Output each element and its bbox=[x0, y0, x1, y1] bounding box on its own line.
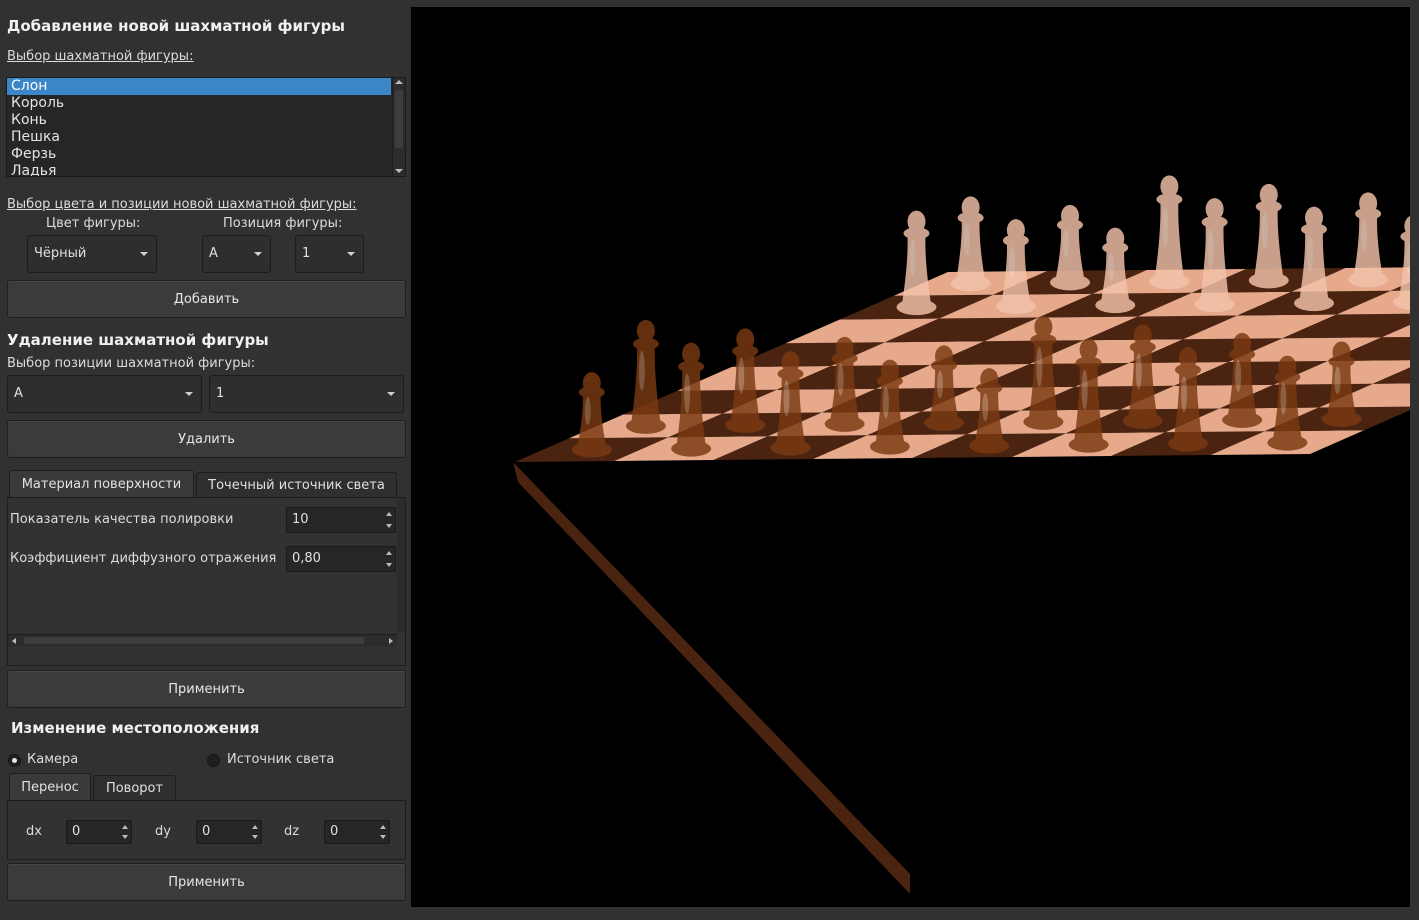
dy-spinbox[interactable]: 0 bbox=[196, 820, 262, 844]
delete-row-value: 1 bbox=[216, 386, 225, 401]
tab-point-light[interactable]: Точечный источник света bbox=[196, 472, 397, 498]
add-row-select[interactable]: 1 bbox=[295, 235, 364, 273]
tab-material[interactable]: Материал поверхности bbox=[9, 470, 194, 498]
list-item[interactable]: Ладья bbox=[7, 163, 405, 176]
spin-down-icon[interactable] bbox=[380, 835, 386, 839]
scroll-down-icon[interactable] bbox=[395, 169, 403, 173]
piece-select-label: Выбор шахматной фигуры: bbox=[7, 49, 194, 64]
list-scrollbar[interactable] bbox=[392, 78, 405, 176]
piece-list[interactable]: Слон Король Конь Пешка Ферзь Ладья bbox=[6, 77, 406, 177]
color-label: Цвет фигуры: bbox=[46, 216, 141, 231]
dz-spinbox[interactable]: 0 bbox=[324, 820, 390, 844]
list-item[interactable]: Слон bbox=[7, 78, 391, 95]
polish-spinbox[interactable]: 10 bbox=[286, 507, 396, 533]
diffuse-spinbox[interactable]: 0,80 bbox=[286, 546, 396, 572]
chevron-down-icon bbox=[254, 252, 262, 256]
material-apply-button[interactable]: Применить bbox=[7, 670, 406, 708]
chevron-down-icon bbox=[387, 392, 395, 396]
tab-rotate[interactable]: Поворот bbox=[93, 775, 176, 801]
spin-up-icon[interactable] bbox=[252, 825, 258, 829]
dx-label: dx bbox=[26, 824, 42, 839]
list-item[interactable]: Ферзь bbox=[7, 146, 405, 163]
chess-piece bbox=[1050, 204, 1090, 291]
color-select-value: Чёрный bbox=[34, 246, 87, 261]
list-item[interactable]: Король bbox=[7, 95, 405, 112]
material-panel: Показатель качества полировки 10 Коэффиц… bbox=[7, 497, 406, 666]
camera-radio-label[interactable]: Камера bbox=[27, 752, 78, 767]
dz-label: dz bbox=[284, 824, 300, 839]
spin-down-icon[interactable] bbox=[386, 563, 392, 567]
dy-label: dy bbox=[155, 824, 171, 839]
add-button[interactable]: Добавить bbox=[7, 280, 406, 318]
scroll-up-icon[interactable] bbox=[395, 80, 403, 84]
light-radio[interactable] bbox=[207, 754, 220, 767]
scroll-left-icon[interactable] bbox=[12, 638, 16, 644]
dy-value: 0 bbox=[202, 824, 211, 839]
panel-hscrollbar[interactable] bbox=[8, 634, 397, 647]
delete-button[interactable]: Удалить bbox=[7, 420, 406, 458]
add-column-value: A bbox=[209, 246, 218, 261]
panel-vscrollbar[interactable] bbox=[397, 498, 405, 632]
chevron-down-icon bbox=[185, 392, 193, 396]
tab-translate[interactable]: Перенос bbox=[9, 773, 91, 801]
list-item[interactable]: Конь bbox=[7, 112, 405, 129]
add-row-value: 1 bbox=[302, 246, 311, 261]
delete-column-value: A bbox=[14, 386, 23, 401]
diffuse-label: Коэффициент диффузного отражения bbox=[10, 551, 277, 566]
spin-up-icon[interactable] bbox=[386, 512, 392, 516]
chevron-down-icon bbox=[347, 252, 355, 256]
position-label: Позиция фигуры: bbox=[223, 216, 343, 231]
dx-value: 0 bbox=[72, 824, 81, 839]
diffuse-value: 0,80 bbox=[292, 551, 321, 566]
delete-position-label: Выбор позиции шахматной фигуры: bbox=[7, 356, 256, 371]
chess-scene bbox=[513, 175, 1419, 894]
color-position-label: Выбор цвета и позиции новой шахматной фи… bbox=[7, 197, 357, 212]
add-section-title: Добавление новой шахматной фигуры bbox=[7, 17, 345, 35]
spin-down-icon[interactable] bbox=[386, 524, 392, 528]
light-radio-label[interactable]: Источник света bbox=[227, 752, 334, 767]
add-column-select[interactable]: A bbox=[202, 235, 271, 273]
delete-column-select[interactable]: A bbox=[7, 375, 202, 413]
color-select[interactable]: Чёрный bbox=[27, 235, 157, 273]
polish-value: 10 bbox=[292, 512, 309, 527]
spin-down-icon[interactable] bbox=[122, 835, 128, 839]
chevron-down-icon bbox=[140, 252, 148, 256]
delete-row-select[interactable]: 1 bbox=[209, 375, 404, 413]
delete-section-title: Удаление шахматной фигуры bbox=[7, 331, 269, 349]
scroll-right-icon[interactable] bbox=[389, 638, 393, 644]
spin-down-icon[interactable] bbox=[252, 835, 258, 839]
render-viewport[interactable] bbox=[411, 7, 1419, 907]
spin-up-icon[interactable] bbox=[386, 551, 392, 555]
board-side-left bbox=[513, 462, 910, 894]
location-section-title: Изменение местоположения bbox=[11, 719, 260, 737]
location-apply-button[interactable]: Применить bbox=[7, 863, 406, 901]
scroll-thumb[interactable] bbox=[24, 637, 364, 644]
scroll-thumb[interactable] bbox=[395, 90, 403, 148]
dz-value: 0 bbox=[330, 824, 339, 839]
camera-radio[interactable] bbox=[8, 754, 21, 767]
chess-piece bbox=[571, 372, 612, 458]
spin-up-icon[interactable] bbox=[380, 825, 386, 829]
polish-label: Показатель качества полировки bbox=[10, 512, 234, 527]
list-item[interactable]: Пешка bbox=[7, 129, 405, 146]
spin-up-icon[interactable] bbox=[122, 825, 128, 829]
translate-panel: dx 0 dy 0 dz 0 bbox=[7, 800, 406, 860]
dx-spinbox[interactable]: 0 bbox=[66, 820, 132, 844]
